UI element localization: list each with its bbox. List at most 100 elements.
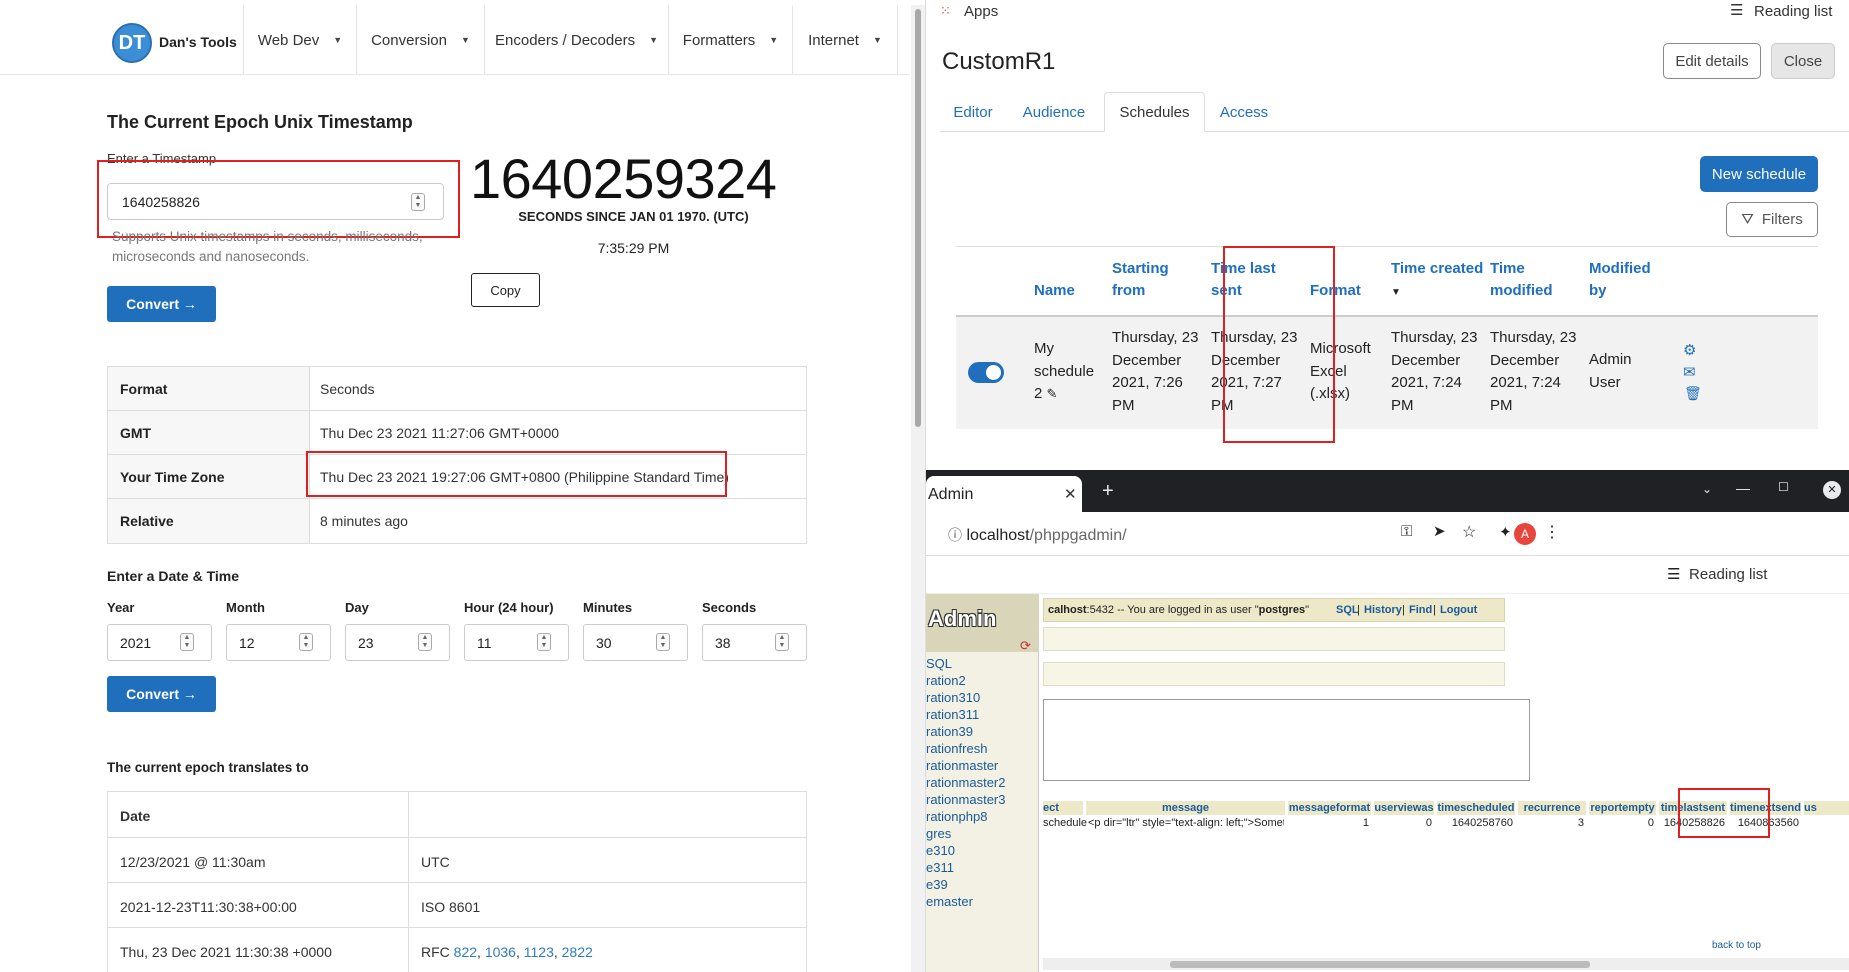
reading-list-link[interactable]: Reading list	[1754, 3, 1832, 20]
hour-spinner[interactable]: ▲ ▼	[537, 633, 551, 651]
nav-conversion[interactable]: Conversion ▼	[356, 5, 484, 75]
col-header[interactable]: reportempty	[1589, 801, 1656, 815]
find-link[interactable]: Find	[1409, 604, 1432, 616]
scrollbar-thumb[interactable]	[915, 9, 921, 427]
refresh-icon[interactable]: ⟳	[1020, 638, 1031, 654]
sql-query-textarea[interactable]	[1043, 699, 1530, 781]
tree-item-sql[interactable]: SQL	[926, 656, 952, 671]
close-window-icon[interactable]: ✕	[1823, 481, 1841, 499]
col-header[interactable]: ect	[1043, 801, 1083, 815]
tree-item-db[interactable]: rationmaster	[926, 758, 998, 773]
schedule-enabled-toggle[interactable]	[968, 362, 1004, 383]
iso8601-link[interactable]: ISO 8601	[421, 899, 480, 915]
profile-avatar[interactable]: A	[1514, 523, 1536, 545]
minimize-icon[interactable]: —	[1736, 480, 1750, 496]
filters-button[interactable]: ⛛ Filters	[1726, 202, 1818, 237]
tree-item-db[interactable]: e311	[926, 860, 954, 875]
copy-button[interactable]: Copy	[471, 273, 540, 307]
email-envelope-icon[interactable]: ✉	[1683, 363, 1696, 381]
rfc-1036-link[interactable]: 1036	[485, 944, 516, 960]
year-input[interactable]: 2021	[107, 624, 212, 661]
convert-date-button[interactable]: Convert →	[107, 676, 216, 712]
nav-web-dev[interactable]: Web Dev ▼	[243, 5, 356, 75]
history-link[interactable]: History	[1364, 604, 1402, 616]
hour-input[interactable]: 11	[464, 624, 569, 661]
rfc-822-link[interactable]: 822	[454, 944, 477, 960]
rfc-1123-link[interactable]: 1123	[524, 944, 554, 960]
convert-timestamp-button[interactable]: Convert →	[107, 286, 216, 322]
month-input[interactable]: 12	[226, 624, 331, 661]
tab-editor[interactable]: Editor	[940, 92, 1006, 132]
edit-details-button[interactable]: Edit details	[1663, 43, 1761, 79]
close-tab-icon[interactable]: ✕	[1064, 485, 1077, 503]
horizontal-scrollbar[interactable]	[1043, 958, 1849, 970]
tree-item-db[interactable]: ration310	[926, 690, 980, 705]
tab-search-icon[interactable]: ⌄	[1702, 482, 1712, 496]
tree-item-db[interactable]: e39	[926, 877, 948, 892]
month-spinner[interactable]: ▲ ▼	[299, 633, 313, 651]
extensions-puzzle-icon[interactable]: ✦	[1499, 523, 1512, 541]
settings-gear-icon[interactable]: ⚙	[1683, 341, 1696, 359]
new-schedule-button[interactable]: New schedule	[1700, 156, 1818, 192]
delete-trash-icon[interactable]: 🗑	[1684, 385, 1702, 402]
sql-link[interactable]: SQL	[1336, 604, 1359, 616]
nav-encoders-decoders[interactable]: Encoders / Decoders ▼	[484, 5, 668, 75]
url-input[interactable]: ⓘ localhost/phppgadmin/	[936, 519, 1596, 549]
reading-list-icon[interactable]: ☰	[1667, 565, 1680, 583]
col-modified-by[interactable]: Modified by	[1589, 258, 1651, 302]
key-icon[interactable]: ⚿	[1401, 523, 1412, 540]
site-brand[interactable]: Dan's Tools	[159, 34, 237, 50]
tab-schedules[interactable]: Schedules	[1104, 92, 1205, 132]
browser-tab[interactable]: Admin ✕	[926, 476, 1082, 512]
rfc-2822-link[interactable]: 2822	[562, 944, 593, 960]
back-to-top-link[interactable]: back to top	[1712, 940, 1761, 951]
minutes-input[interactable]: 30	[583, 624, 688, 661]
close-button[interactable]: Close	[1771, 43, 1835, 79]
tree-item-db[interactable]: rationfresh	[926, 741, 987, 756]
col-header[interactable]: timescheduled	[1437, 801, 1515, 815]
site-logo[interactable]: DT	[112, 23, 152, 63]
tree-item-db[interactable]: emaster	[926, 894, 973, 909]
nav-formatters[interactable]: Formatters ▼	[668, 5, 792, 75]
tab-access[interactable]: Access	[1208, 92, 1280, 132]
pencil-edit-icon[interactable]: ✎	[1047, 386, 1058, 401]
menu-kebab-icon[interactable]: ⋮	[1544, 522, 1560, 542]
tree-item-db[interactable]: ration2	[926, 673, 966, 688]
tree-item-db[interactable]: ration39	[926, 724, 973, 739]
col-header[interactable]: messageformat	[1288, 801, 1371, 815]
tree-item-db[interactable]: gres	[926, 826, 951, 841]
col-starting-from[interactable]: Starting from	[1112, 258, 1169, 302]
day-spinner[interactable]: ▲ ▼	[418, 633, 432, 651]
maximize-icon[interactable]: ☐	[1778, 480, 1789, 494]
col-header[interactable]: userviewas	[1374, 801, 1434, 815]
apps-grid-icon[interactable]: ⁙	[940, 3, 951, 19]
nav-internet[interactable]: Internet ▼	[792, 5, 898, 75]
reading-list-link[interactable]: Reading list	[1689, 566, 1767, 583]
info-icon[interactable]: ⓘ	[948, 527, 962, 543]
col-header[interactable]: message	[1086, 801, 1285, 815]
star-bookmark-icon[interactable]: ☆	[1462, 522, 1476, 542]
tab-audience[interactable]: Audience	[1008, 92, 1100, 132]
col-time-created[interactable]: Time created ▼	[1391, 258, 1483, 304]
tree-item-db[interactable]: ration311	[926, 707, 979, 722]
minutes-spinner[interactable]: ▲ ▼	[656, 633, 670, 651]
apps-link[interactable]: Apps	[964, 3, 998, 20]
logout-link[interactable]: Logout	[1440, 604, 1477, 616]
scrollbar-thumb[interactable]	[1170, 961, 1590, 968]
seconds-input[interactable]: 38	[702, 624, 807, 661]
seconds-spinner[interactable]: ▲ ▼	[775, 633, 789, 651]
page-scrollbar[interactable]	[911, 5, 925, 972]
col-header[interactable]: recurrence	[1518, 801, 1586, 815]
col-name[interactable]: Name	[1034, 280, 1075, 302]
year-spinner[interactable]: ▲ ▼	[180, 633, 194, 651]
reading-list-icon[interactable]: ☰	[1730, 1, 1743, 19]
utc-link[interactable]: UTC	[421, 854, 450, 870]
col-header[interactable]: us	[1804, 801, 1849, 815]
tree-item-db[interactable]: e310	[926, 843, 955, 858]
tree-item-db[interactable]: rationphp8	[926, 809, 987, 824]
send-icon[interactable]: ➤	[1433, 522, 1446, 540]
tree-item-db[interactable]: rationmaster3	[926, 792, 1005, 807]
tree-item-db[interactable]: rationmaster2	[926, 775, 1005, 790]
col-time-modified[interactable]: Time modified	[1490, 258, 1553, 302]
new-tab-icon[interactable]: +	[1102, 480, 1114, 503]
